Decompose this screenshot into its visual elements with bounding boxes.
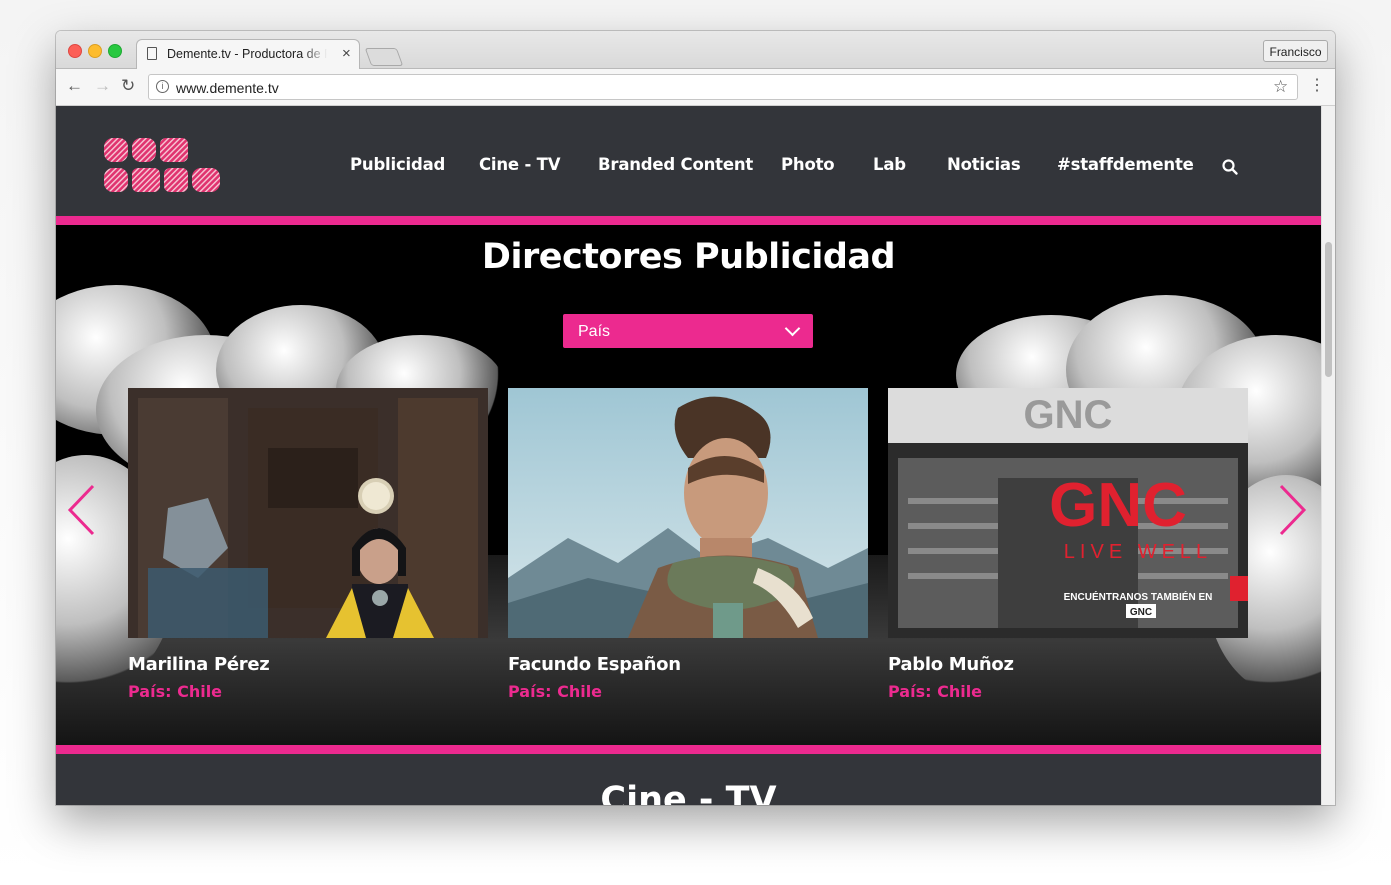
director-name[interactable]: Pablo Muñoz <box>888 654 1014 675</box>
nav-item-publicidad[interactable]: Publicidad <box>350 155 445 174</box>
section-title: Directores Publicidad <box>481 237 896 277</box>
director-country: País: Chile <box>888 682 983 701</box>
nav-item-lab[interactable]: Lab <box>873 155 906 174</box>
select-value: País <box>578 323 611 340</box>
minimize-window-button[interactable] <box>88 44 102 58</box>
country-filter-select[interactable]: País <box>563 314 813 348</box>
site-header: Publicidad Cine - TV Branded Content Pho… <box>56 106 1321 216</box>
gnc-logo-text: GNC <box>1049 471 1187 540</box>
director-name[interactable]: Marilina Pérez <box>128 654 270 675</box>
director-thumbnail[interactable] <box>128 388 488 638</box>
logo-icon[interactable] <box>102 136 222 196</box>
nav-item-staffdemente[interactable]: #staffdemente <box>1057 155 1194 174</box>
director-country: País: Chile <box>128 682 223 701</box>
scrollbar-thumb[interactable] <box>1325 242 1332 377</box>
gnc-live-well-text: LIVE WELL <box>1064 541 1212 563</box>
browser-menu-icon[interactable]: ⋮ <box>1309 76 1325 96</box>
back-arrow-icon[interactable]: ← <box>66 75 83 97</box>
profile-button[interactable]: Francisco <box>1263 40 1328 62</box>
page-icon <box>147 47 157 60</box>
director-thumbnail[interactable] <box>508 388 868 638</box>
director-thumbnail[interactable]: GNC GNC LIVE WELL ENCUÉNTRANOS TAMBIÉN E… <box>888 388 1248 638</box>
gnc-small-logo-text: GNC <box>1130 607 1152 618</box>
forward-arrow-icon[interactable]: → <box>94 75 111 97</box>
accent-divider-bottom <box>56 745 1321 754</box>
nav-item-cine-tv[interactable]: Cine - TV <box>479 155 560 174</box>
tab-title: Demente.tv - Productora de Publicidad <box>167 47 327 61</box>
close-window-button[interactable] <box>68 44 82 58</box>
chevron-right-icon[interactable] <box>1279 484 1307 536</box>
nav-item-photo[interactable]: Photo <box>781 155 835 174</box>
nav-item-branded-content[interactable]: Branded Content <box>598 155 753 174</box>
reload-icon[interactable]: ↻ <box>121 75 135 97</box>
directors-section: Directores Publicidad País Marilina Pére… <box>56 225 1321 745</box>
bookmark-star-icon[interactable]: ☆ <box>1273 77 1288 97</box>
director-name[interactable]: Facundo Españon <box>508 654 681 675</box>
active-tab[interactable]: Demente.tv - Productora de Publicidad × <box>136 39 360 69</box>
new-tab-button[interactable] <box>364 48 404 66</box>
search-icon[interactable] <box>1221 158 1239 176</box>
browser-toolbar: ← → ↻ i www.demente.tv ☆ ⋮ <box>56 69 1335 106</box>
browser-window: Demente.tv - Productora de Publicidad × … <box>56 31 1335 805</box>
next-section-title: Cine - TV <box>600 780 777 805</box>
tab-strip: Demente.tv - Productora de Publicidad × … <box>56 31 1335 69</box>
chevron-left-icon[interactable] <box>67 484 95 536</box>
web-page: Publicidad Cine - TV Branded Content Pho… <box>56 106 1321 805</box>
address-bar[interactable]: i www.demente.tv ☆ <box>148 74 1298 100</box>
close-tab-icon[interactable]: × <box>342 45 351 63</box>
director-country: País: Chile <box>508 682 603 701</box>
nav-item-noticias[interactable]: Noticias <box>947 155 1021 174</box>
site-info-icon[interactable]: i <box>156 80 169 93</box>
chevron-down-icon <box>784 320 801 337</box>
url-text[interactable]: www.demente.tv <box>176 80 279 96</box>
accent-divider-top <box>56 216 1321 225</box>
page-scrollbar[interactable] <box>1321 106 1335 805</box>
gnc-tagline-text: ENCUÉNTRANOS TAMBIÉN EN <box>1064 590 1213 603</box>
gnc-sign-text: GNC <box>1024 393 1113 437</box>
zoom-window-button[interactable] <box>108 44 122 58</box>
